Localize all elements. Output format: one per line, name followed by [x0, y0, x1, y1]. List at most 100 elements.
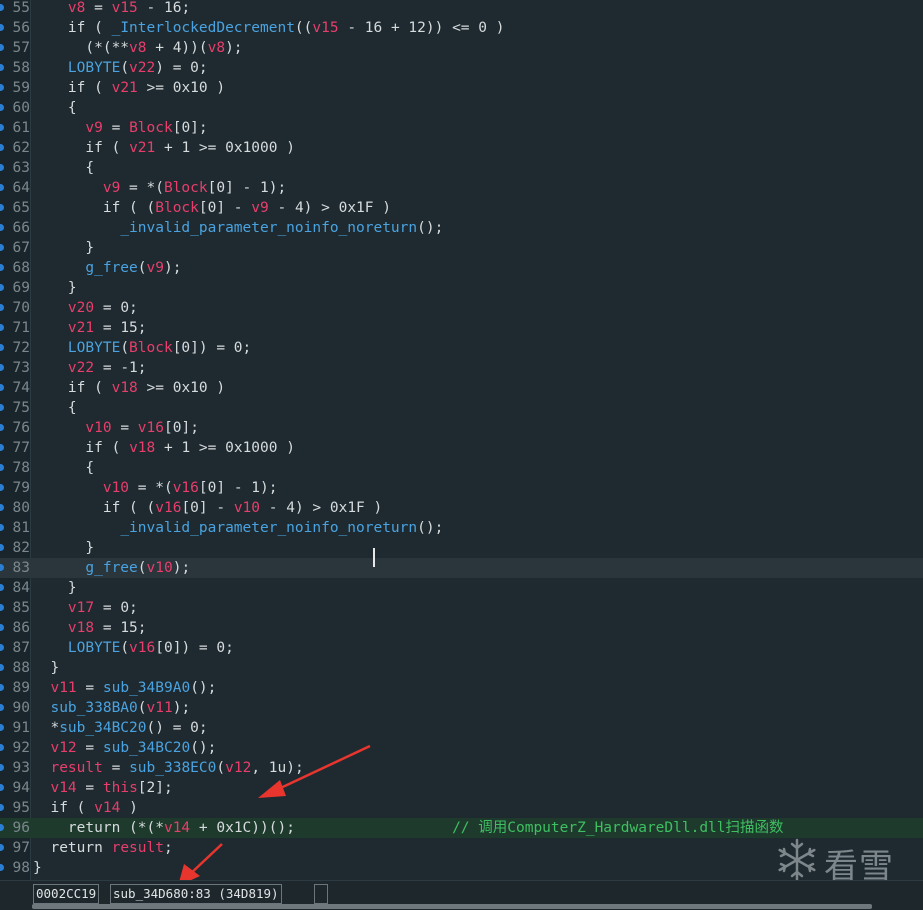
line-number: 66 — [12, 220, 30, 236]
code-token: ( — [216, 760, 226, 776]
code-line[interactable]: 62 if ( v21 + 1 >= 0x1000 ) — [0, 138, 923, 158]
code-token: ( — [85, 380, 112, 396]
code-line[interactable]: 91 *sub_34BC20() = 0; — [0, 718, 923, 738]
code-line[interactable]: 73 v22 = -1; — [0, 358, 923, 378]
code-line[interactable]: 75 { — [0, 398, 923, 418]
code-line[interactable]: 66 _invalid_parameter_noinfo_noreturn(); — [0, 218, 923, 238]
code-text: v9 = Block[0]; — [33, 118, 207, 138]
line-number: 78 — [12, 460, 30, 476]
code-line[interactable]: 84 } — [0, 578, 923, 598]
code-token: if — [85, 140, 103, 156]
code-line[interactable]: 78 { — [0, 458, 923, 478]
code-line[interactable]: 77 if ( v18 + 1 >= 0x1000 ) — [0, 438, 923, 458]
code-text: result = sub_338EC0(v12, 1u); — [33, 758, 303, 778]
code-token: ( ( — [120, 200, 156, 216]
code-token: v20 — [67, 300, 95, 316]
code-line[interactable]: 67 } — [0, 238, 923, 258]
code-line[interactable]: 87 LOBYTE(v16[0]) = 0; — [0, 638, 923, 658]
code-line[interactable]: 83 g_free(v10); — [0, 558, 923, 578]
status-address: 0002CC19 — [33, 884, 100, 904]
code-line[interactable]: 95 if ( v14 ) — [0, 798, 923, 818]
line-number: 97 — [12, 840, 30, 856]
line-number: 80 — [12, 500, 30, 516]
code-line[interactable]: 76 v10 = v16[0]; — [0, 418, 923, 438]
code-line[interactable]: 55 v8 = v15 - 16; — [0, 0, 923, 18]
horizontal-scrollbar[interactable] — [32, 904, 872, 909]
code-token: = *( — [120, 180, 164, 196]
code-text: LOBYTE(v16[0]) = 0; — [33, 638, 234, 658]
code-line[interactable]: 57 (*(**v8 + 4))(v8); — [0, 38, 923, 58]
code-token: = 0; — [94, 300, 138, 316]
code-line[interactable]: 93 result = sub_338EC0(v12, 1u); — [0, 758, 923, 778]
code-line[interactable]: 86 v18 = 15; — [0, 618, 923, 638]
code-token: ); — [172, 560, 191, 576]
code-line[interactable]: 69 } — [0, 278, 923, 298]
code-line[interactable]: 79 v10 = *(v16[0] - 1); — [0, 478, 923, 498]
code-line[interactable]: 56 if ( _InterlockedDecrement((v15 - 16 … — [0, 18, 923, 38]
line-number: 61 — [12, 120, 30, 136]
code-line[interactable]: 92 v12 = sub_34BC20(); — [0, 738, 923, 758]
code-text: if ( v21 >= 0x10 ) — [33, 78, 225, 98]
code-line[interactable]: 74 if ( v18 >= 0x10 ) — [0, 378, 923, 398]
pseudocode-editor[interactable]: 55 v8 = v15 - 16; 56 if ( _InterlockedDec… — [0, 0, 923, 880]
code-token: sub_338BA0 — [50, 700, 138, 716]
code-token: v15 — [111, 0, 138, 16]
code-line[interactable]: 88 } — [0, 658, 923, 678]
code-line[interactable]: 68 g_free(v9); — [0, 258, 923, 278]
code-line[interactable]: 90 sub_338BA0(v11); — [0, 698, 923, 718]
code-text: { — [33, 158, 94, 178]
code-line[interactable]: 59 if ( v21 >= 0x10 ) — [0, 78, 923, 98]
code-line[interactable]: 65 if ( (Block[0] - v9 - 4) > 0x1F ) — [0, 198, 923, 218]
code-line[interactable]: 82 } — [0, 538, 923, 558]
code-token: Block — [129, 340, 173, 356]
code-token: v18 — [67, 620, 95, 636]
code-line[interactable]: 60 { — [0, 98, 923, 118]
code-token: = — [76, 740, 103, 756]
code-line[interactable]: 94 v14 = this[2]; — [0, 778, 923, 798]
code-line[interactable]: 80 if ( (v16[0] - v10 - 4) > 0x1F ) — [0, 498, 923, 518]
code-text: v9 = *(Block[0] - 1); — [33, 178, 286, 198]
code-token: v16 — [172, 480, 199, 496]
code-line[interactable]: 72 LOBYTE(Block[0]) = 0; — [0, 338, 923, 358]
code-line[interactable]: 64 v9 = *(Block[0] - 1); — [0, 178, 923, 198]
line-number: 63 — [12, 160, 30, 176]
code-line[interactable]: 63 { — [0, 158, 923, 178]
line-number: 87 — [12, 640, 30, 656]
code-token: v12 — [50, 740, 77, 756]
line-number: 69 — [12, 280, 30, 296]
line-number: 77 — [12, 440, 30, 456]
code-token: [0] - 1); — [198, 480, 278, 496]
line-number: 75 — [12, 400, 30, 416]
code-line[interactable]: 58 LOBYTE(v22) = 0; — [0, 58, 923, 78]
code-line[interactable]: 85 v17 = 0; — [0, 598, 923, 618]
code-token: v10 — [102, 480, 130, 496]
code-token: (( — [294, 20, 313, 36]
code-line[interactable]: 89 v11 = sub_34B9A0(); — [0, 678, 923, 698]
code-text: v10 = *(v16[0] - 1); — [33, 478, 278, 498]
code-token: } — [33, 240, 95, 256]
code-line[interactable]: 71 v21 = 15; — [0, 318, 923, 338]
line-number: 79 — [12, 480, 30, 496]
line-number: 62 — [12, 140, 30, 156]
code-token: ) — [120, 800, 138, 816]
code-line[interactable]: 61 v9 = Block[0]; — [0, 118, 923, 138]
line-number: 92 — [12, 740, 30, 756]
code-line[interactable]: 81 _invalid_parameter_noinfo_noreturn(); — [0, 518, 923, 538]
code-token: v14 — [163, 820, 191, 836]
code-text: g_free(v9); — [33, 258, 181, 278]
code-line[interactable]: 70 v20 = 0; — [0, 298, 923, 318]
code-text: } — [33, 578, 77, 598]
code-token: sub_338EC0 — [129, 760, 217, 776]
